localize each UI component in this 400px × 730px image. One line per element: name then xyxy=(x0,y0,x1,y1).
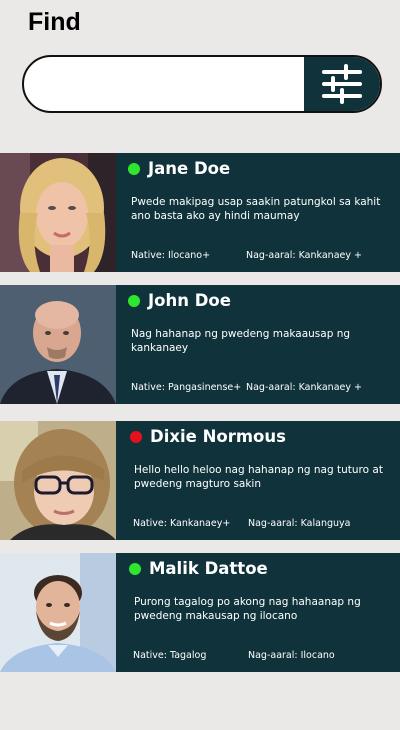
profile-card[interactable]: Malik Dattoe Purong tagalog po akong nag… xyxy=(0,553,400,672)
profile-photo xyxy=(0,553,116,672)
profile-name: Dixie Normous xyxy=(150,427,286,446)
learning-language: Nag-aaral: Kankanaey + xyxy=(246,250,362,261)
profile-bio: Nag hahanap ng pwedeng makaausap ng kank… xyxy=(131,328,351,354)
search-bar xyxy=(22,55,382,113)
profile-name: Jane Doe xyxy=(148,159,231,178)
sliders-icon xyxy=(322,64,362,104)
filter-button[interactable] xyxy=(304,57,380,111)
learning-language: Nag-aaral: Ilocano xyxy=(248,650,335,661)
native-language: Native: Kankanaey+ xyxy=(133,518,231,529)
profile-name: Malik Dattoe xyxy=(149,559,268,578)
online-status-dot xyxy=(128,294,140,307)
online-status-dot xyxy=(129,562,141,575)
page-title: Find xyxy=(28,8,81,36)
profile-bio: Purong tagalog po akong nag hahaanap ng … xyxy=(134,596,361,622)
profile-photo xyxy=(0,285,116,404)
profile-card[interactable]: Jane Doe Pwede makipag usap saakin patun… xyxy=(0,153,400,272)
profile-card[interactable]: Dixie Normous Hello hello heloo nag haha… xyxy=(0,421,400,540)
profile-photo xyxy=(0,421,116,540)
profile-bio: Hello hello heloo nag hahanap ng nag tut… xyxy=(134,464,383,490)
native-language: Native: Pangasinense+ xyxy=(131,382,242,393)
search-input[interactable] xyxy=(24,57,306,111)
native-language: Native: Ilocano+ xyxy=(131,250,211,261)
profile-name: John Doe xyxy=(148,291,231,310)
offline-status-dot xyxy=(130,430,142,443)
profile-card[interactable]: John Doe Nag hahanap ng pwedeng makaausa… xyxy=(0,285,400,404)
learning-language: Nag-aaral: Kalanguya xyxy=(248,518,351,529)
learning-language: Nag-aaral: Kankanaey + xyxy=(246,382,362,393)
profile-bio: Pwede makipag usap saakin patungkol sa k… xyxy=(131,196,381,222)
online-status-dot xyxy=(128,162,140,175)
profile-photo xyxy=(0,153,116,272)
native-language: Native: Tagalog xyxy=(133,650,207,661)
